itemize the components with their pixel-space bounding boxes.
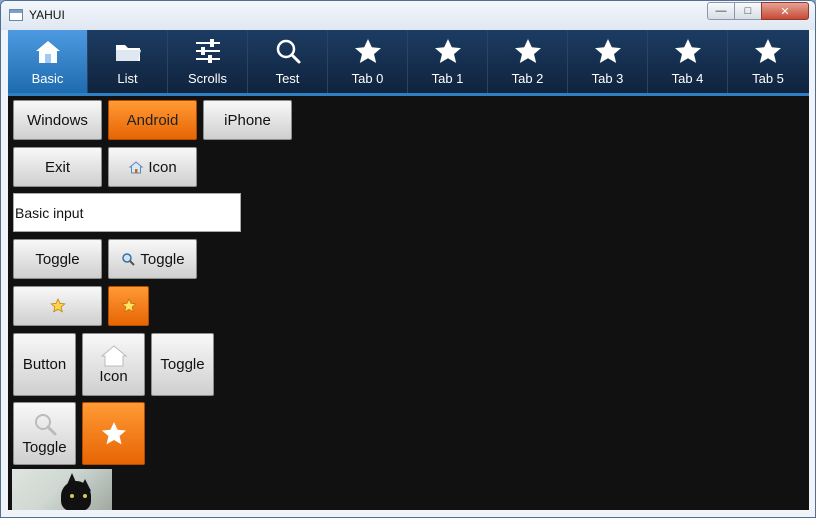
search-icon xyxy=(122,253,136,266)
button[interactable]: Button xyxy=(13,333,76,396)
tab-label: Basic xyxy=(31,71,64,86)
star-icon xyxy=(101,421,126,444)
tab-3[interactable]: Tab 3 xyxy=(568,30,648,93)
star-toggle-button[interactable] xyxy=(108,286,149,326)
minimize-button[interactable]: — xyxy=(707,2,735,20)
cat-eye xyxy=(70,494,74,498)
toggle-button-label: Toggle xyxy=(140,250,185,268)
star-icon xyxy=(755,39,781,63)
basic-input[interactable]: Basic input xyxy=(13,193,241,232)
star-icon xyxy=(355,39,381,63)
cat-image xyxy=(12,469,112,510)
tab-label: Tab 4 xyxy=(671,71,704,86)
tab-scrolls[interactable]: Scrolls xyxy=(168,30,248,93)
icon-large-button[interactable]: Icon xyxy=(82,333,145,396)
search-icon xyxy=(276,39,301,64)
star-icon xyxy=(515,39,541,63)
main-content: Basic List Scrolls Test Tab 0 Tab 1 Tab … xyxy=(8,30,809,510)
star-icon xyxy=(120,298,137,313)
toggle-large-label: Toggle xyxy=(22,439,67,456)
window-title: YAHUI xyxy=(29,8,65,22)
application-window: YAHUI — □ ✕ Basic List Scrolls Test Tab … xyxy=(0,0,816,518)
close-button[interactable]: ✕ xyxy=(761,2,809,20)
home-icon xyxy=(100,345,127,367)
tab-0[interactable]: Tab 0 xyxy=(328,30,408,93)
iphone-button[interactable]: iPhone xyxy=(203,100,292,140)
toggle-button[interactable]: Toggle xyxy=(13,239,102,279)
star-button[interactable] xyxy=(13,286,102,326)
android-button[interactable]: Android xyxy=(108,100,197,140)
search-toggle-button[interactable]: Toggle xyxy=(108,239,197,279)
star-icon xyxy=(435,39,461,63)
star-icon xyxy=(49,298,66,313)
tab-basic[interactable]: Basic xyxy=(8,30,88,93)
home-icon xyxy=(128,161,144,174)
icon-button[interactable]: Icon xyxy=(108,147,197,187)
tab-label: Test xyxy=(275,71,300,86)
windows-button[interactable]: Windows xyxy=(13,100,102,140)
icon-large-label: Icon xyxy=(99,368,128,385)
tab-5[interactable]: Tab 5 xyxy=(728,30,808,93)
tab-label: Tab 0 xyxy=(351,71,384,86)
star-icon xyxy=(675,39,701,63)
maximize-button[interactable]: □ xyxy=(734,2,762,20)
search-toggle-large-button[interactable]: Toggle xyxy=(13,402,76,465)
tab-4[interactable]: Tab 4 xyxy=(648,30,728,93)
toggle-large-button[interactable]: Toggle xyxy=(151,333,214,396)
exit-button[interactable]: Exit xyxy=(13,147,102,187)
tab-1[interactable]: Tab 1 xyxy=(408,30,488,93)
tab-label: Tab 2 xyxy=(511,71,544,86)
search-icon xyxy=(34,414,56,436)
tab-label: List xyxy=(117,71,138,86)
window-icon xyxy=(9,9,23,21)
sliders-icon xyxy=(196,39,220,63)
tab-label: Tab 5 xyxy=(752,71,784,86)
tab-label: Scrolls xyxy=(187,71,227,86)
home-icon xyxy=(36,41,60,63)
tab-2[interactable]: Tab 2 xyxy=(488,30,568,93)
cat-eye xyxy=(83,494,87,498)
tab-list[interactable]: List xyxy=(88,30,168,93)
star-large-button[interactable] xyxy=(82,402,145,465)
tab-label: Tab 1 xyxy=(431,71,464,86)
tab-test[interactable]: Test xyxy=(248,30,328,93)
tab-label: Tab 3 xyxy=(591,71,624,86)
star-icon xyxy=(595,39,621,63)
tab-bar: Basic List Scrolls Test Tab 0 Tab 1 Tab … xyxy=(8,30,809,96)
title-bar: YAHUI — □ ✕ xyxy=(1,1,815,30)
icon-button-label: Icon xyxy=(148,158,177,176)
folder-icon xyxy=(116,45,141,61)
